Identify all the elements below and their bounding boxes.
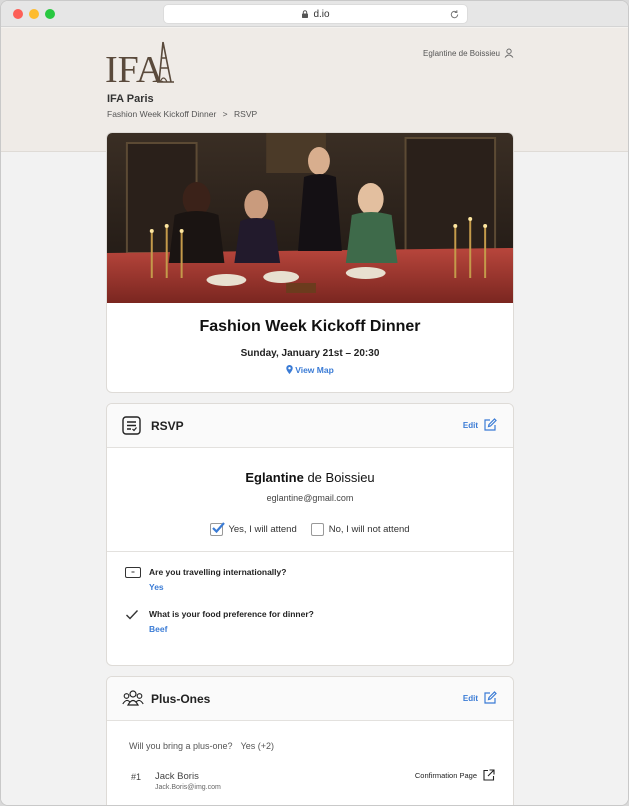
question-item: Are you travelling internationally? Yes [125, 565, 513, 607]
rsvp-card: RSVP Edit Eglantine de Boissieu eglantin… [106, 403, 514, 666]
rsvp-edit-button[interactable]: Edit [463, 418, 497, 432]
event-title: Fashion Week Kickoff Dinner [199, 318, 421, 335]
attend-no-option[interactable]: No, I will not attend [310, 523, 410, 536]
dropdown-icon [125, 567, 141, 578]
map-pin-icon [286, 365, 293, 374]
guest-first-name: Eglantine [245, 470, 304, 485]
rsvp-title: RSVP [151, 419, 184, 433]
rsvp-list-icon [122, 416, 141, 435]
question-text: Are you travelling internationally? [149, 567, 287, 577]
question-item: What is your food preference for dinner?… [125, 607, 513, 649]
attend-no-checkbox[interactable] [310, 523, 324, 536]
plus-ones-edit-button[interactable]: Edit [463, 691, 497, 705]
guest-email: eglantine@gmail.com [266, 493, 354, 503]
view-map-link[interactable]: View Map [107, 365, 513, 375]
title-bar: d.io [1, 1, 628, 27]
plus-ones-card-header: Plus-Ones Edit [107, 677, 513, 721]
maximize-window-button[interactable] [45, 9, 55, 19]
question-answer: Yes [149, 582, 164, 592]
breadcrumb-event-link[interactable]: Fashion Week Kickoff Dinner [107, 109, 216, 119]
confirmation-page-link[interactable]: Confirmation Page [415, 769, 495, 781]
question-text: What is your food preference for dinner? [149, 609, 314, 619]
minimize-window-button[interactable] [29, 9, 39, 19]
attend-yes-label: Yes, I will attend [228, 524, 297, 535]
plus-one-email: Jack.Boris@img.com [155, 784, 221, 791]
attendance-choices: Yes, I will attend No, I will not attend [107, 522, 513, 536]
ifa-logo[interactable]: IFA [105, 38, 183, 90]
event-photo [107, 133, 513, 303]
address-bar[interactable]: d.io [163, 4, 468, 24]
plus-one-name: Jack Boris [155, 771, 199, 782]
user-name: Eglantine de Boissieu [423, 48, 500, 58]
breadcrumb: Fashion Week Kickoff Dinner > RSVP [107, 109, 261, 119]
guest-name: Eglantine de Boissieu [107, 470, 513, 485]
breadcrumb-separator: > [222, 109, 228, 119]
edit-icon [484, 691, 497, 704]
reload-icon[interactable] [449, 9, 460, 20]
page-content: IFA IFA Paris Fashion Week Kickoff Dinne… [1, 28, 628, 805]
user-menu[interactable]: Eglantine de Boissieu [423, 48, 514, 58]
checkmark-icon [126, 610, 139, 620]
attend-yes-option[interactable]: Yes, I will attend [210, 522, 297, 536]
lock-icon [302, 10, 309, 18]
plus-one-question-text: Will you bring a plus-one? [129, 741, 233, 751]
url-text: d.io [313, 8, 330, 20]
browser-window: d.io IFA IFA Paris Fashion Week Kickoff … [0, 0, 629, 806]
event-card: Fashion Week Kickoff Dinner Sunday, Janu… [106, 132, 514, 393]
guest-number: #1 [131, 772, 142, 782]
rsvp-edit-label: Edit [462, 420, 478, 430]
plus-one-answer: Yes (+2) [240, 741, 275, 751]
attend-no-label: No, I will not attend [328, 524, 410, 535]
rsvp-card-header: RSVP Edit [107, 404, 513, 448]
plus-ones-title: Plus-Ones [151, 692, 211, 706]
section-divider [107, 551, 513, 552]
org-name: IFA Paris [107, 93, 154, 105]
plus-ones-edit-label: Edit [462, 693, 478, 703]
external-link-icon [483, 769, 495, 781]
checkmark-icon [212, 522, 226, 534]
confirmation-page-label: Confirmation Page [414, 770, 477, 780]
plus-ones-card: Plus-Ones Edit Will you bring a plus-one… [106, 676, 514, 805]
event-datetime: Sunday, January 21st – 20:30 [240, 348, 380, 359]
guest-last-name: de Boissieu [303, 470, 375, 485]
close-window-button[interactable] [13, 9, 23, 19]
edit-icon [484, 418, 497, 431]
plus-one-guest-row: #1 Jack Boris Jack.Boris@img.com Confirm… [131, 769, 495, 799]
breadcrumb-current: RSVP [234, 109, 258, 119]
view-map-label: View Map [295, 365, 334, 375]
attend-yes-checkbox[interactable] [210, 522, 226, 536]
plus-one-question: Will you bring a plus-one? Yes (+2) [129, 741, 274, 751]
svg-text:IFA: IFA [105, 49, 164, 90]
group-icon [122, 690, 144, 706]
question-answer: Beef [149, 624, 168, 634]
user-icon [504, 48, 514, 58]
